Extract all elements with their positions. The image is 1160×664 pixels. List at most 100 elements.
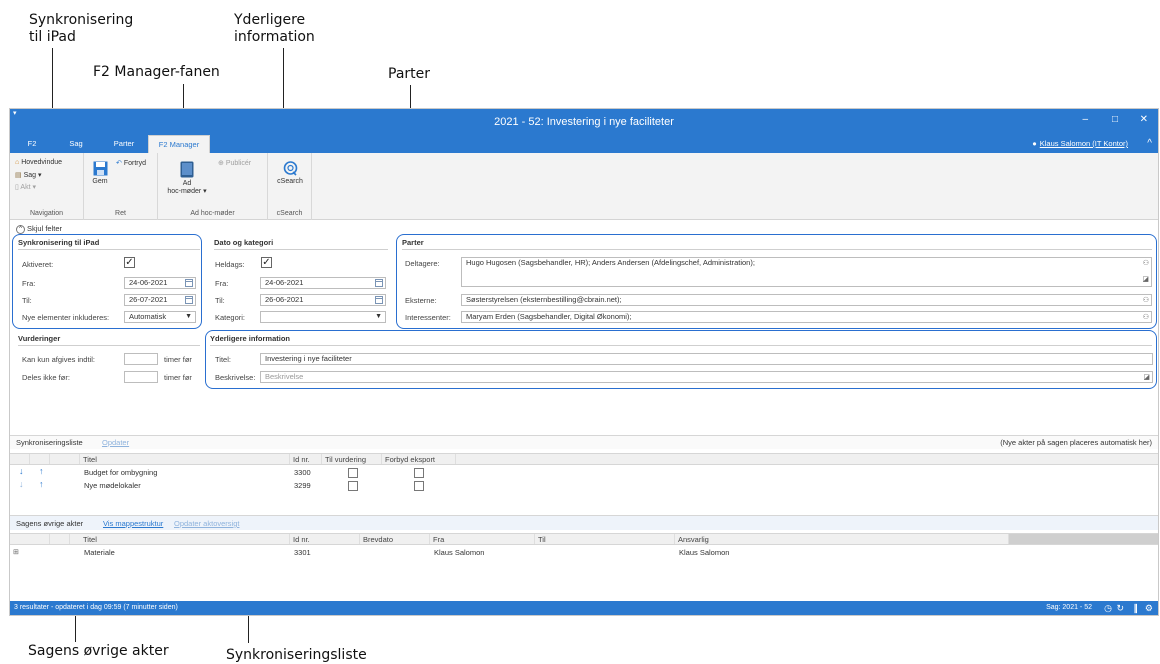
gem-label: Gem [92,178,108,185]
undo-icon: ↶ [116,160,122,167]
dropdown-arrow-icon: ▼ [375,313,382,320]
title-bar: ▾ 2021 - 52: Investering i nye facilitet… [10,109,1158,135]
ribbon: ⌂ Hovedvindue ▤ Sag ▾ ▯ Akt ▾ Navigation… [10,153,1158,220]
synclist-header-bar: Synkroniseringsliste Opdater (Nye akter … [10,435,1158,449]
til-vurdering-checkbox[interactable] [348,481,358,491]
kan-afgives-input[interactable] [124,353,158,365]
fortryd-button[interactable]: ↶ Fortryd [116,159,146,167]
dato-fra-field[interactable]: 24-06-2021 [260,277,386,289]
synclist-row-id: 3300 [294,468,311,477]
ret-group-label: Ret [115,210,126,217]
sag-button[interactable]: ▤ Sag ▾ [15,171,42,179]
callout-f2-manager-tab: F2 Manager-fanen [93,64,220,80]
otherdocs-col-fra[interactable]: Fra [430,534,535,544]
status-case: Sag: 2021 - 52 [1046,604,1092,611]
highlight-parter [396,234,1157,329]
otherdocs-row[interactable]: ⊞ Materiale 3301 Klaus Salomon Klaus Sal… [10,547,1158,558]
otherdocs-col-blank [10,534,50,544]
otherdocs-title: Sagens øvrige akter [16,519,84,528]
callout-sync-list: Synkroniseringsliste [226,647,367,663]
kan-afgives-unit: timer før [164,355,192,364]
otherdocs-col-til[interactable]: Til [535,534,675,544]
synclist-col-up [30,454,50,464]
otherdocs-row-titel: Materiale [84,548,115,557]
maximize-button[interactable]: □ [1112,114,1118,125]
tab-parter[interactable]: Parter [108,135,140,153]
publicer-button[interactable]: ⊕ Publicér [218,159,251,167]
user-name[interactable]: Klaus Salomon (IT Kontor) [1040,139,1128,148]
timer-icon[interactable]: ◷ [1104,601,1112,615]
deles-ikke-input[interactable] [124,371,158,383]
user-link[interactable]: ● Klaus Salomon (IT Kontor) [1032,139,1128,148]
callout-parter: Parter [388,66,431,82]
csearch-icon [283,161,297,176]
sag-label: Sag ▾ [23,172,42,179]
hovedvindue-button[interactable]: ⌂ Hovedvindue [15,159,62,166]
ribbon-group-csearch: cSearch cSearch [268,153,312,220]
calendar-icon[interactable] [375,279,383,287]
refresh-icon[interactable]: ↻ [1116,601,1124,615]
calendar-icon[interactable] [375,296,383,304]
csearch-button[interactable]: cSearch [272,161,308,185]
til-vurdering-checkbox[interactable] [348,468,358,478]
vis-mappestruktur-link[interactable]: Vis mappestruktur [103,519,163,528]
callout-other-docs: Sagens øvrige akter [28,643,169,659]
synclist-col-id[interactable]: Id nr. [290,454,322,464]
synclist-col-titel[interactable]: Titel [80,454,290,464]
forbyd-eksport-checkbox[interactable] [414,468,424,478]
move-up-icon[interactable]: ↑ [39,466,44,477]
synclist-col-eksport[interactable]: Forbyd eksport [382,454,456,464]
minimize-button[interactable]: – [1082,114,1088,125]
dato-fra-label: Fra: [215,279,229,288]
tablet-icon [180,161,194,178]
callout-extra-info-line1: Yderligere [234,12,306,28]
close-button[interactable]: ✕ [1140,114,1148,125]
akt-button[interactable]: ▯ Akt ▾ [15,183,36,191]
collapse-ribbon-icon[interactable]: ^ [1147,138,1152,149]
move-down-icon[interactable]: ↓ [19,479,24,490]
otherdocs-col-brevdato[interactable]: Brevdato [360,534,430,544]
dato-til-value: 26-06-2021 [265,295,304,304]
synclist-col-down [10,454,30,464]
move-down-icon[interactable]: ↓ [19,466,24,477]
highlight-yderligere [205,330,1157,389]
otherdocs-row-ansvarlig: Klaus Salomon [679,548,730,557]
otherdocs-header-bar: Sagens øvrige akter Vis mappestruktur Op… [10,515,1158,530]
hovedvindue-label: Hovedvindue [21,159,63,166]
otherdocs-col-blank2 [50,534,70,544]
expand-row-icon[interactable]: ⊞ [13,547,19,558]
dato-til-label: Til: [215,296,225,305]
pause-icon[interactable]: ∥ [1134,601,1139,615]
dato-fra-value: 24-06-2021 [265,278,304,287]
synclist-update-link[interactable]: Opdater [102,438,129,447]
dato-til-field[interactable]: 26-06-2021 [260,294,386,306]
move-up-icon[interactable]: ↑ [39,479,44,490]
synclist-col-blank [50,454,80,464]
opdater-aktoversigt-link[interactable]: Opdater aktoversigt [174,519,239,528]
forbyd-eksport-checkbox[interactable] [414,481,424,491]
status-text: 3 resultater - opdateret i dag 09:59 (7 … [14,604,178,611]
adhoc-meetings-button[interactable]: Ad hoc-møder ▾ [162,161,212,195]
otherdocs-col-titel[interactable]: Titel [80,534,290,544]
chevron-up-icon: ^ [16,224,25,234]
deles-ikke-unit: timer før [164,373,192,382]
kategori-select[interactable]: ▼ [260,311,386,323]
synclist-row[interactable]: ↓ ↑ Budget for ombygning 3300 [10,466,1158,478]
otherdocs-col-ansvarlig[interactable]: Ansvarlig [675,534,1009,544]
synclist-col-vurdering[interactable]: Til vurdering [322,454,382,464]
heldags-checkbox[interactable]: ✓ [261,257,272,268]
tab-f2[interactable]: F2 [22,135,42,153]
settings-icon[interactable]: ⚙ [1145,601,1153,615]
callout-extra-info-line2: information [234,29,315,45]
tab-sag[interactable]: Sag [64,135,88,153]
hide-fields-label: Skjul felter [27,224,63,233]
gem-button[interactable]: Gem [90,161,110,185]
publicer-label: Publicér [225,160,252,167]
save-icon [93,161,107,176]
synclist-title: Synkroniseringsliste [16,438,83,447]
otherdocs-col-id[interactable]: Id nr. [290,534,360,544]
synclist-row[interactable]: ↓ ↑ Nye mødelokaler 3299 [10,479,1158,491]
hide-fields-toggle[interactable]: ^ Skjul felter [16,224,62,234]
tab-f2-manager[interactable]: F2 Manager [148,135,210,153]
app-window: ▾ 2021 - 52: Investering i nye facilitet… [9,108,1159,616]
